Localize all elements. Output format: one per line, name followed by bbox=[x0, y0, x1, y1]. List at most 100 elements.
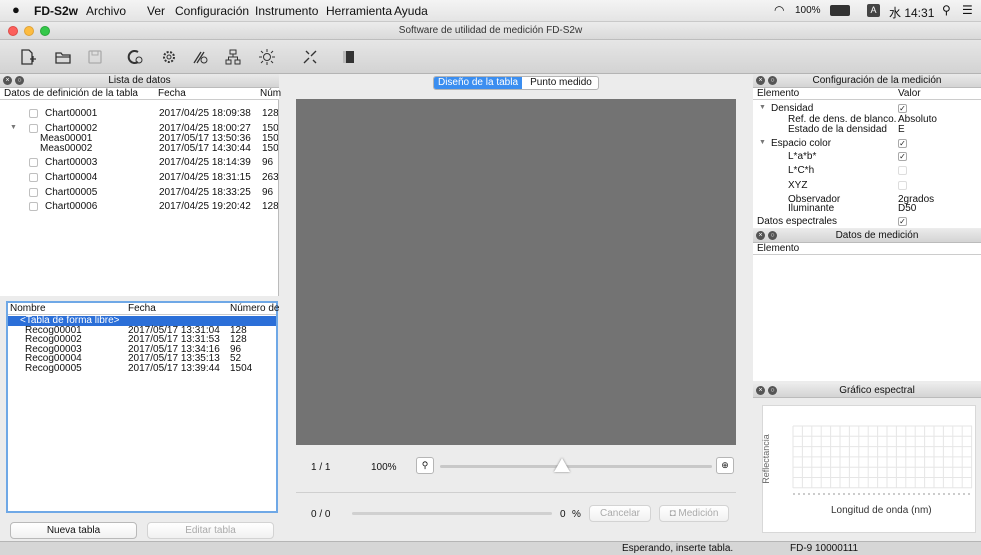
config-checkbox[interactable]: ✓ bbox=[898, 139, 907, 148]
row-name[interactable]: Chart00005 bbox=[45, 187, 97, 198]
open-folder-icon[interactable] bbox=[52, 46, 74, 68]
config-checkbox[interactable] bbox=[898, 166, 907, 175]
wifi-icon[interactable]: ◠ bbox=[774, 3, 784, 17]
edit-table-button[interactable]: Editar tabla bbox=[147, 522, 274, 539]
calibrate-icon[interactable] bbox=[124, 46, 146, 68]
menu-ayuda[interactable]: Ayuda bbox=[394, 4, 428, 18]
config-columns: Elemento Valor bbox=[753, 88, 981, 100]
config-label: Datos espectrales bbox=[757, 216, 838, 227]
cancel-button[interactable]: Cancelar bbox=[589, 505, 651, 522]
expand-arrow-icon[interactable]: ▼ bbox=[759, 104, 766, 111]
spectral-xlabel: Longitud de onda (nm) bbox=[831, 505, 932, 516]
row-date: 2017/04/25 18:31:15 bbox=[159, 172, 251, 183]
color-patch-icon[interactable] bbox=[337, 46, 359, 68]
col-num[interactable]: Núm bbox=[260, 88, 281, 99]
config-checkbox[interactable]: ✓ bbox=[898, 104, 907, 113]
row-num: 96 bbox=[262, 157, 274, 168]
config-title: Configuración de la medición bbox=[812, 75, 942, 86]
new-chart-icon[interactable] bbox=[17, 46, 39, 68]
clock[interactable]: 水 14:31 bbox=[889, 4, 934, 21]
toolbar bbox=[0, 40, 981, 74]
zoom-out-button[interactable]: ⚲ bbox=[416, 457, 434, 474]
row-checkbox[interactable] bbox=[29, 202, 38, 211]
spectral-header: × ○ Gráfico espectral bbox=[753, 384, 981, 398]
settings-gear-icon[interactable] bbox=[158, 46, 180, 68]
spectral-title: Gráfico espectral bbox=[839, 385, 915, 396]
col-nombre[interactable]: Nombre bbox=[10, 303, 46, 314]
col-chart-def[interactable]: Datos de definición de la tabla bbox=[4, 88, 138, 99]
new-table-button[interactable]: Nueva tabla bbox=[10, 522, 137, 539]
menu-configuracion[interactable]: Configuración bbox=[175, 4, 249, 18]
menu-herramienta[interactable]: Herramienta bbox=[326, 4, 392, 18]
chart-canvas[interactable] bbox=[296, 99, 736, 445]
menu-bar: ● FD-S2w Archivo Ver Configuración Instr… bbox=[0, 0, 981, 22]
col-valor[interactable]: Valor bbox=[898, 88, 921, 99]
progress-percent-unit: % bbox=[572, 509, 581, 520]
app-menu[interactable]: FD-S2w bbox=[34, 4, 78, 18]
config-checkbox[interactable]: ✓ bbox=[898, 152, 907, 161]
row-checkbox[interactable] bbox=[29, 124, 38, 133]
config-label: Iluminante bbox=[788, 203, 835, 214]
row-name[interactable]: Meas00002 bbox=[40, 143, 92, 154]
zoom-level: 100% bbox=[371, 462, 397, 473]
config-checkbox[interactable] bbox=[898, 181, 907, 190]
menu-ver[interactable]: Ver bbox=[147, 4, 165, 18]
measure-button[interactable]: ◘ Medición bbox=[659, 505, 729, 522]
col-fecha[interactable]: Fecha bbox=[128, 303, 156, 314]
measure-settings-icon[interactable] bbox=[189, 46, 211, 68]
brightness-icon[interactable] bbox=[256, 46, 278, 68]
config-checkbox[interactable]: ✓ bbox=[898, 217, 907, 226]
table-row[interactable]: Recog00005 2017/05/17 13:39:44 1504 bbox=[8, 362, 276, 374]
config-label: L*a*b* bbox=[788, 151, 817, 162]
spotlight-icon[interactable]: ⚲ bbox=[942, 3, 951, 17]
col-numero[interactable]: Número de bbox=[230, 303, 279, 314]
meas-data-header: × ○ Datos de medición bbox=[753, 229, 981, 243]
row-num: 128 bbox=[262, 201, 278, 212]
config-value: D50 bbox=[898, 203, 917, 214]
chart-edit-icon[interactable] bbox=[299, 46, 321, 68]
row-checkbox[interactable] bbox=[29, 188, 38, 197]
apple-icon[interactable]: ● bbox=[12, 2, 20, 17]
expand-arrow-icon[interactable]: ▼ bbox=[759, 139, 766, 146]
progress-count: 0 / 0 bbox=[311, 509, 331, 520]
menu-instrumento[interactable]: Instrumento bbox=[255, 4, 318, 18]
row-checkbox[interactable] bbox=[29, 158, 38, 167]
meas-data-title: Datos de medición bbox=[835, 230, 919, 241]
window-titlebar: Software de utilidad de medición FD-S2w bbox=[0, 22, 981, 40]
col-date[interactable]: Fecha bbox=[158, 88, 186, 99]
battery-icon[interactable] bbox=[830, 5, 850, 16]
network-icon[interactable] bbox=[222, 46, 244, 68]
config-value: E bbox=[898, 124, 905, 135]
recog-list-columns: Nombre Fecha Número de bbox=[8, 303, 279, 315]
expand-arrow-icon[interactable]: ▼ bbox=[10, 124, 17, 131]
save-icon[interactable] bbox=[84, 46, 106, 68]
row-num: 150 bbox=[262, 143, 278, 154]
zoom-in-button[interactable]: ⊕ bbox=[716, 457, 734, 474]
col-elemento[interactable]: Elemento bbox=[757, 88, 799, 99]
tab-measured-point[interactable]: Punto medido bbox=[522, 77, 598, 89]
row-checkbox[interactable] bbox=[29, 109, 38, 118]
row-num: 128 bbox=[262, 108, 278, 119]
col-elemento[interactable]: Elemento bbox=[757, 243, 799, 254]
config-label: L*C*h bbox=[788, 165, 815, 176]
page-indicator: 1 / 1 bbox=[311, 462, 331, 473]
row-checkbox[interactable] bbox=[29, 173, 38, 182]
row-date: 2017/04/25 19:20:42 bbox=[159, 201, 251, 212]
notification-center-icon[interactable]: ☰ bbox=[962, 3, 973, 17]
row-name[interactable]: Chart00003 bbox=[45, 157, 97, 168]
meas-data-body bbox=[753, 243, 981, 381]
row-date: 2017/04/25 18:33:25 bbox=[159, 187, 251, 198]
measure-button-label: Medición bbox=[678, 508, 719, 519]
tab-table-design[interactable]: Diseño de la tabla bbox=[434, 77, 522, 89]
data-list-header: × ○ Lista de datos bbox=[0, 74, 279, 88]
spectral-ylabel: Reflectancia bbox=[760, 434, 771, 484]
row-name[interactable]: Chart00004 bbox=[45, 172, 97, 183]
row-date: 2017/05/17 13:39:44 bbox=[128, 362, 220, 374]
menu-archivo[interactable]: Archivo bbox=[86, 4, 126, 18]
data-list-title: Lista de datos bbox=[108, 75, 171, 86]
zoom-slider[interactable] bbox=[440, 465, 712, 468]
input-source-icon[interactable]: A bbox=[867, 4, 880, 17]
row-name[interactable]: Chart00001 bbox=[45, 108, 97, 119]
row-name[interactable]: Chart00006 bbox=[45, 201, 97, 212]
zoom-slider-thumb[interactable] bbox=[554, 458, 571, 472]
